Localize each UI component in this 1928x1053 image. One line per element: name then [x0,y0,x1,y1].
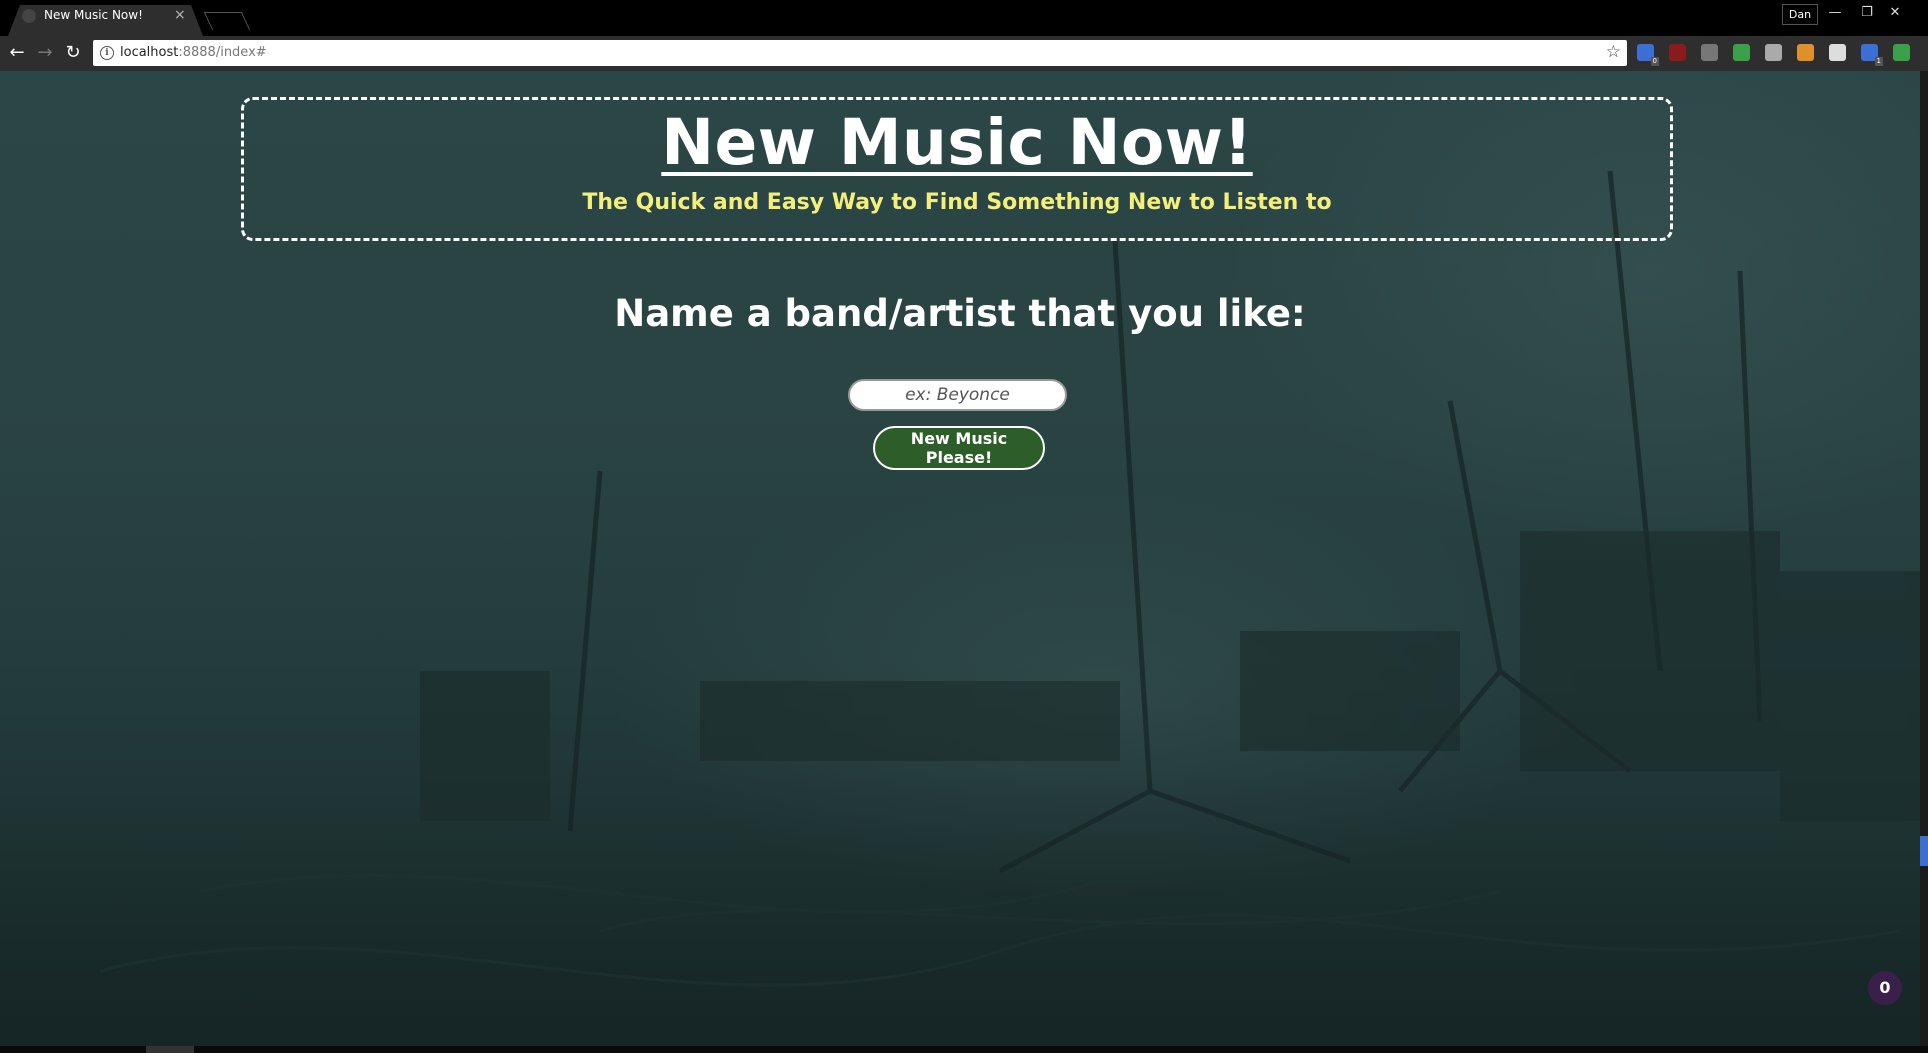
tab-favicon-icon [22,9,36,23]
browser-toolbar: ← → ↻ i localhost:8888/index# ☆ 0 1 [0,36,1928,71]
artist-search-input[interactable] [848,379,1067,411]
forward-arrow-icon[interactable]: → [34,42,56,64]
page-subtitle: The Quick and Easy Way to Find Something… [582,190,1332,215]
checkmark-icon[interactable] [1733,44,1750,61]
extension-7-icon[interactable] [1829,44,1846,61]
extension-3-icon[interactable] [1701,44,1718,61]
upload-icon[interactable] [1893,44,1910,61]
extension-6-icon[interactable] [1797,44,1814,61]
tab-title[interactable]: New Music Now! [44,8,143,22]
artist-prompt: Name a band/artist that you like: [614,292,1306,335]
url-text[interactable]: localhost:8888/index# [120,45,267,60]
page-viewport: New Music Now! The Quick and Easy Way to… [0,71,1920,1046]
url-path: :8888/index# [178,45,267,60]
extension-badge: 0 [1650,57,1659,66]
ublock-icon[interactable] [1669,44,1686,61]
taskbar [0,1046,1928,1053]
info-icon[interactable]: i [100,46,114,60]
scrollbar[interactable] [1920,71,1928,1046]
reload-icon[interactable]: ↻ [62,42,84,64]
header-box: New Music Now! The Quick and Easy Way to… [241,97,1673,241]
evernote-icon[interactable] [1765,44,1782,61]
page-title: New Music Now! [661,106,1253,179]
new-music-button[interactable]: New Music Please! [873,426,1045,470]
tab-strip: New Music Now! × Dan — ❐ ✕ [0,0,1928,36]
extension-8-icon[interactable]: 1 [1861,44,1883,66]
url-host: localhost [120,45,179,60]
extension-badge: 1 [1874,57,1883,66]
counter-badge[interactable]: 0 [1868,971,1902,1005]
new-tab-button[interactable] [203,12,251,30]
bookmark-star-icon[interactable]: ☆ [1606,42,1621,62]
minimize-icon[interactable]: — [1820,3,1850,23]
close-window-icon[interactable]: ✕ [1880,3,1910,23]
address-bar[interactable]: i localhost:8888/index# ☆ [93,40,1627,66]
scrollbar-thumb[interactable] [1920,836,1928,866]
extension-1-icon[interactable]: 0 [1637,44,1659,66]
back-arrow-icon[interactable]: ← [6,42,28,64]
tab-close-icon[interactable]: × [174,6,186,24]
restore-icon[interactable]: ❐ [1852,3,1882,23]
taskbar-item[interactable] [146,1046,194,1053]
profile-button[interactable]: Dan [1782,4,1818,25]
browser-window: New Music Now! × Dan — ❐ ✕ ← → ↻ i local… [0,0,1928,1053]
